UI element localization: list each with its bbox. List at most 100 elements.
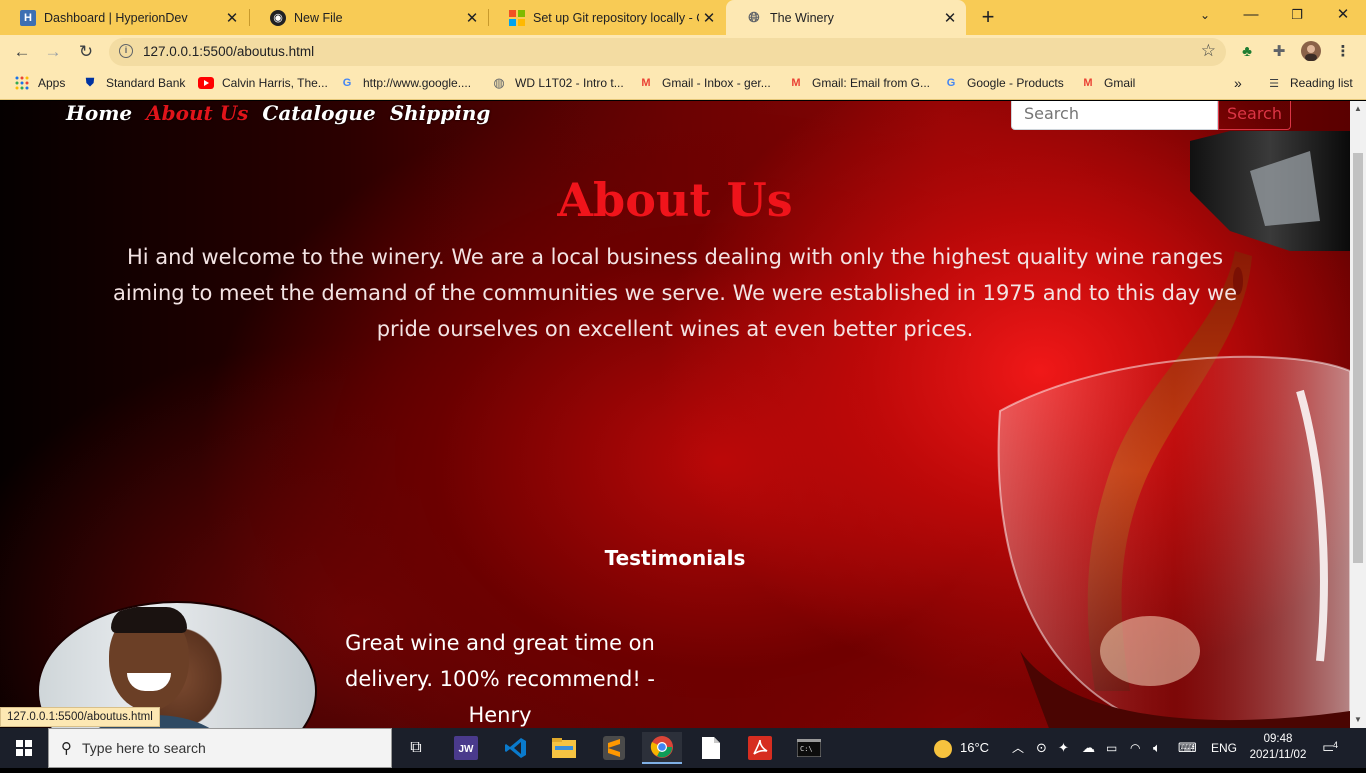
taskbar-search-box[interactable]: ⚲ Type here to search	[48, 728, 392, 768]
bookmark-label: Calvin Harris, The...	[222, 76, 328, 90]
page-scrollbar[interactable]: ▲ ▼	[1350, 101, 1366, 728]
vscode-icon[interactable]	[496, 732, 536, 764]
dropbox-icon[interactable]: ✦	[1058, 728, 1069, 768]
windows-taskbar: ⚲ Type here to search ⧉ JW C:\ 16°C ︿ ⊙ …	[0, 728, 1366, 768]
forward-icon[interactable]: →	[40, 40, 66, 64]
tab-title: New File	[294, 10, 343, 25]
gmail-icon: M	[791, 77, 801, 89]
google-icon: G	[342, 77, 352, 89]
reading-list-icon: ☰	[1269, 77, 1279, 90]
reload-icon[interactable]: ↻	[73, 40, 99, 64]
new-tab-button[interactable]: +	[976, 4, 1000, 30]
windows-start-icon[interactable]	[0, 728, 48, 768]
search-icon: ⚲	[61, 740, 72, 757]
clock-time: 09:48	[1263, 733, 1293, 745]
minimize-icon[interactable]: —	[1228, 0, 1274, 32]
document-icon[interactable]	[691, 732, 731, 764]
wifi-icon[interactable]: ◠	[1130, 728, 1140, 768]
bookmark-wd-l1t02[interactable]: ◍ WD L1T02 - Intro t...	[491, 75, 623, 91]
tab-strip: H Dashboard | HyperionDev ✕ ◉ New File ✕…	[0, 0, 1366, 35]
close-tab-icon[interactable]: ✕	[940, 9, 960, 27]
info-icon[interactable]: i	[119, 44, 133, 58]
tab-git-setup[interactable]: Set up Git repository locally - Cor ✕	[489, 0, 725, 35]
bookmark-label: Gmail: Email from G...	[812, 76, 931, 90]
tab-the-winery[interactable]: 🌐︎ The Winery ✕	[726, 0, 966, 35]
meet-now-icon[interactable]: ⊙	[1036, 728, 1047, 768]
onedrive-icon[interactable]: ☁	[1082, 728, 1095, 768]
more-bookmarks-icon[interactable]: »	[1234, 75, 1242, 91]
bookmark-gmail-inbox[interactable]: M Gmail - Inbox - ger...	[638, 75, 770, 91]
page-title: About Us	[557, 173, 793, 227]
gmail-icon: M	[641, 77, 651, 89]
menu-kebab-icon[interactable]: ⋮	[1331, 40, 1355, 64]
nav-shipping[interactable]: Shipping	[390, 101, 491, 125]
bookmark-star-icon[interactable]: ☆	[1201, 41, 1216, 61]
file-explorer-icon[interactable]	[544, 732, 584, 764]
nav-catalogue[interactable]: Catalogue	[262, 101, 375, 125]
globe-icon: ◍	[493, 75, 505, 90]
terminal-icon[interactable]: C:\	[789, 732, 829, 764]
restore-icon[interactable]: ❐	[1274, 0, 1320, 32]
intro-paragraph: Hi and welcome to the winery. We are a l…	[112, 245, 1238, 341]
bookmark-gmail-email[interactable]: M Gmail: Email from G...	[788, 75, 930, 91]
bookmark-calvin-harris[interactable]: Calvin Harris, The...	[198, 75, 328, 91]
bookmark-label: Gmail	[1104, 76, 1136, 90]
jw-app-icon[interactable]: JW	[446, 732, 486, 764]
notifications-icon[interactable]: ▭ 4	[1322, 728, 1339, 768]
tab-hyperiondev[interactable]: H Dashboard | HyperionDev ✕	[0, 0, 248, 35]
language-indicator[interactable]: ENG	[1211, 728, 1237, 768]
close-tab-icon[interactable]: ✕	[462, 9, 482, 27]
reading-list-label: Reading list	[1290, 76, 1353, 90]
bookmark-standard-bank[interactable]: ⛊ Standard Bank	[82, 75, 186, 91]
url-text[interactable]: 127.0.0.1:5500/aboutus.html	[143, 44, 314, 59]
bookmark-google-products[interactable]: G Google - Products	[943, 75, 1064, 91]
notification-count: 4	[1333, 740, 1339, 751]
search-button[interactable]: Search	[1218, 101, 1291, 130]
extension-html-icon[interactable]: ♣	[1235, 40, 1259, 64]
acrobat-icon[interactable]	[740, 732, 780, 764]
tab-new-file[interactable]: ◉ New File ✕	[250, 0, 488, 35]
close-tab-icon[interactable]: ✕	[699, 9, 719, 27]
keyboard-icon[interactable]: ⌨	[1178, 728, 1197, 768]
chrome-icon[interactable]	[642, 732, 682, 764]
task-view-icon[interactable]: ⧉	[396, 732, 436, 764]
bookmark-label: Google - Products	[967, 76, 1064, 90]
tab-title: Dashboard | HyperionDev	[44, 10, 188, 25]
back-icon[interactable]: ←	[9, 40, 35, 64]
bookmark-google-link[interactable]: G http://www.google....	[339, 75, 471, 91]
microsoft-icon	[509, 9, 525, 26]
github-icon: ◉	[270, 9, 286, 26]
address-bar[interactable]: i 127.0.0.1:5500/aboutus.html ☆	[109, 38, 1226, 66]
page-body: Home About Us Catalogue Shipping Search …	[0, 101, 1350, 728]
scroll-up-icon[interactable]: ▲	[1350, 101, 1366, 117]
testimonial-text: Great wine and great time on delivery. 1…	[344, 631, 656, 727]
bookmark-gmail[interactable]: M Gmail	[1080, 75, 1135, 91]
nav-about-us[interactable]: About Us	[146, 101, 248, 125]
tab-search-icon[interactable]: ⌄	[1182, 0, 1228, 32]
bookmark-label: Apps	[38, 76, 66, 90]
search-input[interactable]	[1011, 101, 1218, 130]
reading-list-button[interactable]: ☰ Reading list	[1266, 75, 1353, 91]
sublime-text-icon[interactable]	[594, 732, 634, 764]
taskbar-search-placeholder: Type here to search	[82, 740, 206, 756]
scroll-thumb[interactable]	[1353, 153, 1363, 563]
close-window-icon[interactable]: ✕	[1320, 0, 1366, 32]
bookmark-label: http://www.google....	[363, 76, 472, 90]
weather-widget[interactable]: 16°C	[934, 728, 989, 768]
close-tab-icon[interactable]: ✕	[222, 9, 242, 27]
nav-home[interactable]: Home	[66, 101, 132, 125]
show-hidden-icons[interactable]: ︿	[1012, 728, 1024, 768]
scroll-down-icon[interactable]: ▼	[1350, 712, 1366, 728]
bookmark-apps[interactable]: Apps	[14, 75, 65, 91]
taskbar-clock[interactable]: 09:48 2021/11/02	[1247, 731, 1309, 763]
testimonials-heading: Testimonials	[604, 546, 746, 570]
globe-icon: 🌐︎	[748, 9, 760, 25]
bookmarks-bar: Apps ⛊ Standard Bank Calvin Harris, The.…	[0, 69, 1366, 100]
battery-icon[interactable]: ▭	[1106, 728, 1117, 768]
site-nav: Home About Us Catalogue Shipping	[66, 101, 490, 125]
tab-title: Set up Git repository locally - Cor	[533, 10, 699, 25]
extensions-puzzle-icon[interactable]: ✚	[1267, 40, 1291, 64]
hyperiondev-icon: H	[20, 9, 36, 26]
profile-avatar[interactable]	[1299, 40, 1323, 64]
volume-icon[interactable]: 🔈︎	[1153, 728, 1161, 768]
